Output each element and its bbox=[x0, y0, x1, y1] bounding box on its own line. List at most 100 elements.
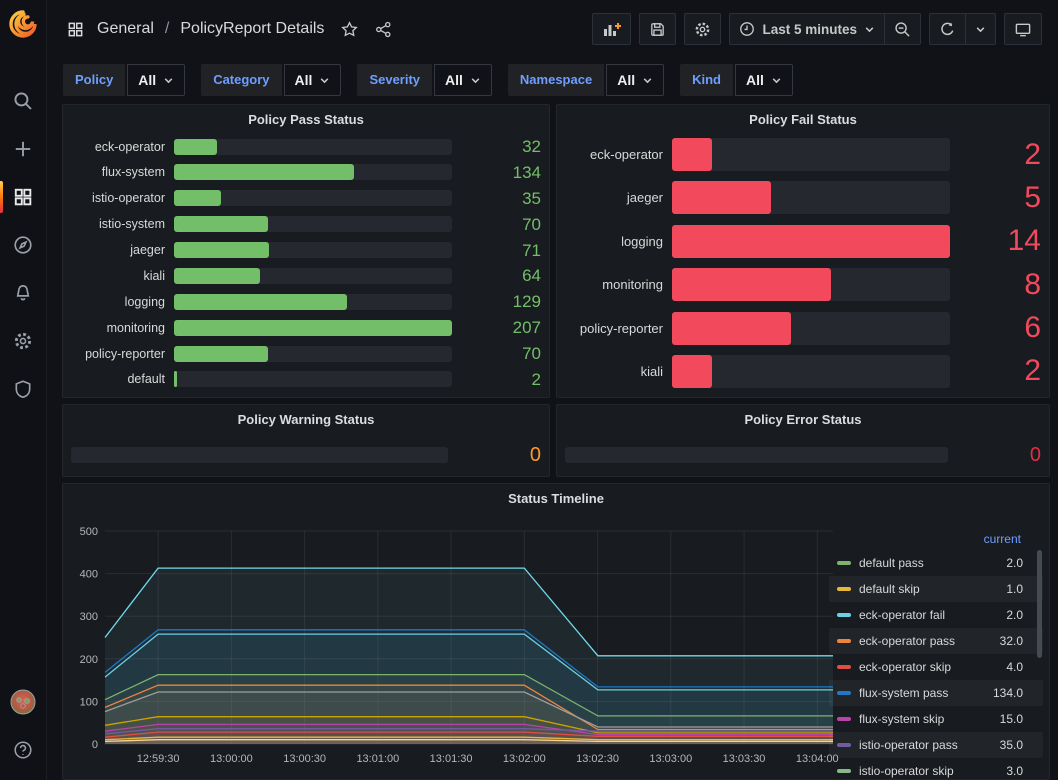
legend-item-istio-operator-skip[interactable]: istio-operator skip3.0 bbox=[829, 758, 1043, 779]
gauge-track bbox=[174, 268, 452, 284]
filter-bar: PolicyAllCategoryAllSeverityAllNamespace… bbox=[47, 58, 1058, 102]
filter-policy: PolicyAll bbox=[63, 64, 185, 96]
save-dashboard-button[interactable] bbox=[639, 13, 676, 45]
gauge-bar bbox=[174, 320, 452, 336]
gauge-value: 129 bbox=[461, 293, 541, 310]
legend-swatch bbox=[837, 665, 851, 669]
gauge-bar bbox=[174, 242, 269, 258]
chevron-down-icon bbox=[771, 75, 782, 86]
gauge-bar bbox=[672, 181, 771, 214]
gauge-bar bbox=[672, 355, 712, 388]
timeline-legend: current default pass2.0default skip1.0ec… bbox=[829, 530, 1043, 779]
filter-category: CategoryAll bbox=[201, 64, 341, 96]
help-icon[interactable] bbox=[0, 726, 47, 774]
panel-title[interactable]: Policy Warning Status bbox=[63, 405, 549, 427]
alerting-icon[interactable] bbox=[0, 269, 47, 317]
gauge-track bbox=[174, 190, 452, 206]
svg-text:12:59:30: 12:59:30 bbox=[137, 753, 180, 765]
gauge-value: 207 bbox=[461, 319, 541, 336]
gauge-label: default bbox=[71, 372, 165, 386]
legend-item-eck-operator-fail[interactable]: eck-operator fail2.0 bbox=[829, 602, 1043, 628]
legend-item-default-skip[interactable]: default skip1.0 bbox=[829, 576, 1043, 602]
search-icon[interactable] bbox=[0, 77, 47, 125]
add-panel-button[interactable] bbox=[592, 13, 631, 45]
legend-label: default skip bbox=[859, 582, 1006, 596]
settings-icon[interactable] bbox=[0, 317, 47, 365]
zoom-out-button[interactable] bbox=[885, 13, 921, 45]
gauge-bar bbox=[174, 216, 268, 232]
panel-title[interactable]: Policy Pass Status bbox=[63, 105, 549, 127]
filter-value-dropdown[interactable]: All bbox=[606, 64, 664, 96]
legend-item-eck-operator-pass[interactable]: eck-operator pass32.0 bbox=[829, 628, 1043, 654]
svg-text:13:02:30: 13:02:30 bbox=[576, 753, 619, 765]
legend-item-istio-operator-pass[interactable]: istio-operator pass35.0 bbox=[829, 732, 1043, 758]
legend-current-value: 2.0 bbox=[1006, 556, 1023, 570]
filter-label[interactable]: Namespace bbox=[508, 64, 604, 96]
gauge-track bbox=[672, 138, 950, 171]
svg-text:200: 200 bbox=[80, 654, 98, 666]
create-icon[interactable] bbox=[0, 125, 47, 173]
legend-swatch bbox=[837, 769, 851, 773]
explore-icon[interactable] bbox=[0, 221, 47, 269]
filter-value-dropdown[interactable]: All bbox=[735, 64, 793, 96]
legend-label: eck-operator fail bbox=[859, 608, 1006, 622]
legend-label: flux-system skip bbox=[859, 712, 1000, 726]
gauge-row-policy-reporter: policy-reporter70 bbox=[71, 345, 541, 362]
gauge-bar bbox=[174, 164, 354, 180]
legend-item-default-pass[interactable]: default pass2.0 bbox=[829, 550, 1043, 576]
legend-item-eck-operator-skip[interactable]: eck-operator skip4.0 bbox=[829, 654, 1043, 680]
filter-label[interactable]: Kind bbox=[680, 64, 733, 96]
gauge-label: istio-system bbox=[71, 217, 165, 231]
legend-swatch bbox=[837, 743, 851, 747]
star-icon[interactable] bbox=[337, 17, 362, 42]
legend-current-value: 32.0 bbox=[1000, 634, 1023, 648]
filter-value-dropdown[interactable]: All bbox=[284, 64, 342, 96]
shield-icon[interactable] bbox=[0, 365, 47, 413]
kiosk-mode-button[interactable] bbox=[1004, 13, 1042, 45]
refresh-interval-dropdown[interactable] bbox=[966, 13, 996, 45]
legend-scrollbar[interactable] bbox=[1037, 550, 1042, 658]
gauge-label: eck-operator bbox=[565, 147, 663, 162]
legend-swatch bbox=[837, 561, 851, 565]
time-range-picker[interactable]: Last 5 minutes bbox=[729, 13, 885, 45]
chevron-down-icon bbox=[642, 75, 653, 86]
legend-swatch bbox=[837, 613, 851, 617]
panel-policy-pass-status: Policy Pass Status eck-operator32flux-sy… bbox=[62, 104, 550, 398]
gauge-track bbox=[672, 312, 950, 345]
gauge-bar bbox=[174, 139, 217, 155]
gauge-label: eck-operator bbox=[71, 140, 165, 154]
filter-label[interactable]: Policy bbox=[63, 64, 125, 96]
filter-severity: SeverityAll bbox=[357, 64, 491, 96]
panel-title[interactable]: Status Timeline bbox=[63, 484, 1049, 506]
dashboard-content: Policy Pass Status eck-operator32flux-sy… bbox=[62, 104, 1050, 780]
svg-text:13:01:00: 13:01:00 bbox=[356, 753, 399, 765]
panel-title[interactable]: Policy Error Status bbox=[557, 405, 1049, 427]
filter-value-dropdown[interactable]: All bbox=[127, 64, 185, 96]
avatar[interactable] bbox=[0, 678, 47, 726]
gauge-value: 0 bbox=[457, 445, 541, 465]
panel-title[interactable]: Policy Fail Status bbox=[557, 105, 1049, 127]
legend-item-flux-system-skip[interactable]: flux-system skip15.0 bbox=[829, 706, 1043, 732]
gauge-value: 5 bbox=[959, 183, 1041, 213]
filter-value-dropdown[interactable]: All bbox=[434, 64, 492, 96]
timeline-chart: 010020030040050012:59:3013:00:0013:00:30… bbox=[69, 522, 847, 779]
grafana-logo-icon[interactable] bbox=[8, 9, 38, 39]
svg-text:13:02:00: 13:02:00 bbox=[503, 753, 546, 765]
dashboard-settings-button[interactable] bbox=[684, 13, 721, 45]
dashboards-icon[interactable] bbox=[0, 173, 47, 221]
svg-text:13:03:00: 13:03:00 bbox=[649, 753, 692, 765]
gauge-bar bbox=[174, 268, 260, 284]
gauge-bar bbox=[672, 138, 712, 171]
legend-current-header[interactable]: current bbox=[829, 530, 1043, 550]
share-icon[interactable] bbox=[371, 17, 396, 42]
gauge-track bbox=[174, 294, 452, 310]
gauge-bar bbox=[672, 225, 950, 258]
gauge-track bbox=[672, 355, 950, 388]
filter-label[interactable]: Severity bbox=[357, 64, 432, 96]
refresh-button[interactable] bbox=[929, 13, 966, 45]
legend-item-flux-system-pass[interactable]: flux-system pass134.0 bbox=[829, 680, 1043, 706]
gauge-track bbox=[174, 320, 452, 336]
filter-label[interactable]: Category bbox=[201, 64, 281, 96]
breadcrumb-section[interactable]: General bbox=[97, 20, 154, 38]
gauge-track bbox=[174, 139, 452, 155]
